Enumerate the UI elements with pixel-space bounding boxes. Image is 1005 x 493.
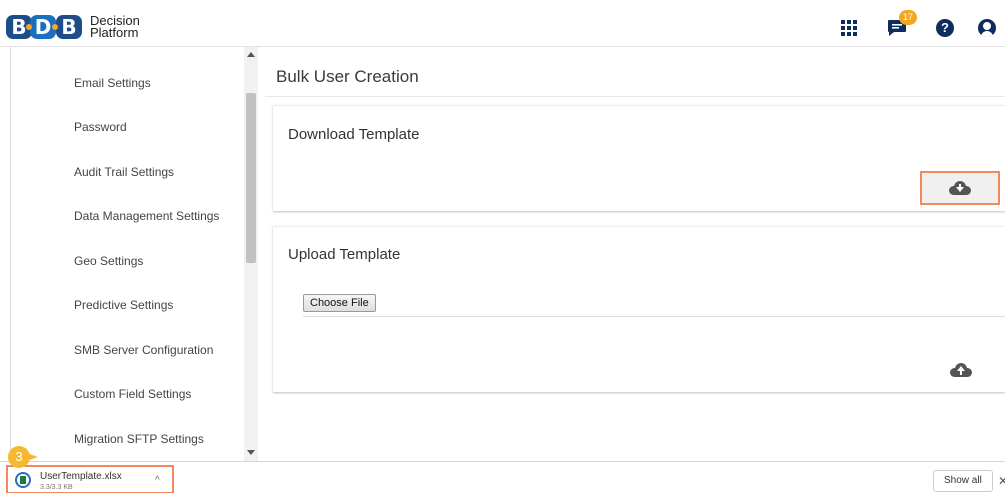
download-template-title: Download Template [288,126,420,143]
title-divider [265,96,1005,97]
scroll-up-arrow-icon[interactable] [247,52,255,57]
help-button[interactable]: ? [921,8,969,47]
download-template-card: Download Template [273,105,1005,211]
brand-line-2: Platform [90,25,139,40]
sidebar-item-smb-server-configuration[interactable]: SMB Server Configuration [74,343,213,357]
apps-grid-icon [841,19,857,36]
bdb-logo-mark: BDB [6,12,84,42]
downloaded-file-size: 3.3/3.3 KB [40,484,73,491]
cloud-upload-icon[interactable] [950,363,972,377]
sidebar-scrollbar[interactable] [244,47,258,461]
notification-count-badge: 17 [899,10,917,25]
show-all-button[interactable]: Show all [933,470,993,492]
download-template-button[interactable] [920,171,1000,205]
browser-download-bar: UserTemplate.xlsx 3.3/3.3 KB ^ Show all … [0,461,1005,493]
brand-name: Decision Platform [90,14,140,40]
step-annotation-badge: 3 [8,446,38,470]
excel-file-icon [15,472,31,488]
user-menu-button[interactable] [969,8,1005,47]
sidebar-item-data-management-settings[interactable]: Data Management Settings [74,209,219,223]
scroll-down-arrow-icon[interactable] [247,450,255,455]
upload-template-title: Upload Template [288,246,401,263]
notifications-button[interactable]: 17 [873,8,921,47]
header-actions: 17 ? [825,8,1005,47]
page-title: Bulk User Creation [276,67,419,86]
app-logo[interactable]: BDB Decision Platform [6,12,140,42]
sidebar-item-password[interactable]: Password [74,120,127,134]
sidebar-item-predictive-settings[interactable]: Predictive Settings [74,298,173,312]
top-bar: BDB Decision Platform 17 ? [0,8,1005,47]
upload-template-card: Upload Template Choose File [273,226,1005,392]
sidebar-item-email-settings[interactable]: Email Settings [74,76,151,90]
sidebar-item-geo-settings[interactable]: Geo Settings [74,254,143,268]
file-input-row: Choose File [303,292,1005,317]
user-icon [978,18,996,37]
downloaded-file-name: UserTemplate.xlsx [40,471,122,482]
cloud-download-icon [949,181,971,195]
scrollbar-thumb[interactable] [246,93,256,263]
sidebar-item-custom-field-settings[interactable]: Custom Field Settings [74,387,191,401]
chevron-up-icon[interactable]: ^ [155,475,160,486]
sidebar-item-migration-sftp-settings[interactable]: Migration SFTP Settings [74,432,204,446]
apps-button[interactable] [825,8,873,47]
choose-file-button[interactable]: Choose File [303,294,376,312]
step-number: 3 [8,446,30,468]
sidebar-item-audit-trail-settings[interactable]: Audit Trail Settings [74,165,174,179]
close-icon[interactable]: ✕ [998,474,1005,488]
settings-sidebar: Email Settings Password Audit Trail Sett… [10,47,258,461]
help-icon: ? [936,18,954,37]
